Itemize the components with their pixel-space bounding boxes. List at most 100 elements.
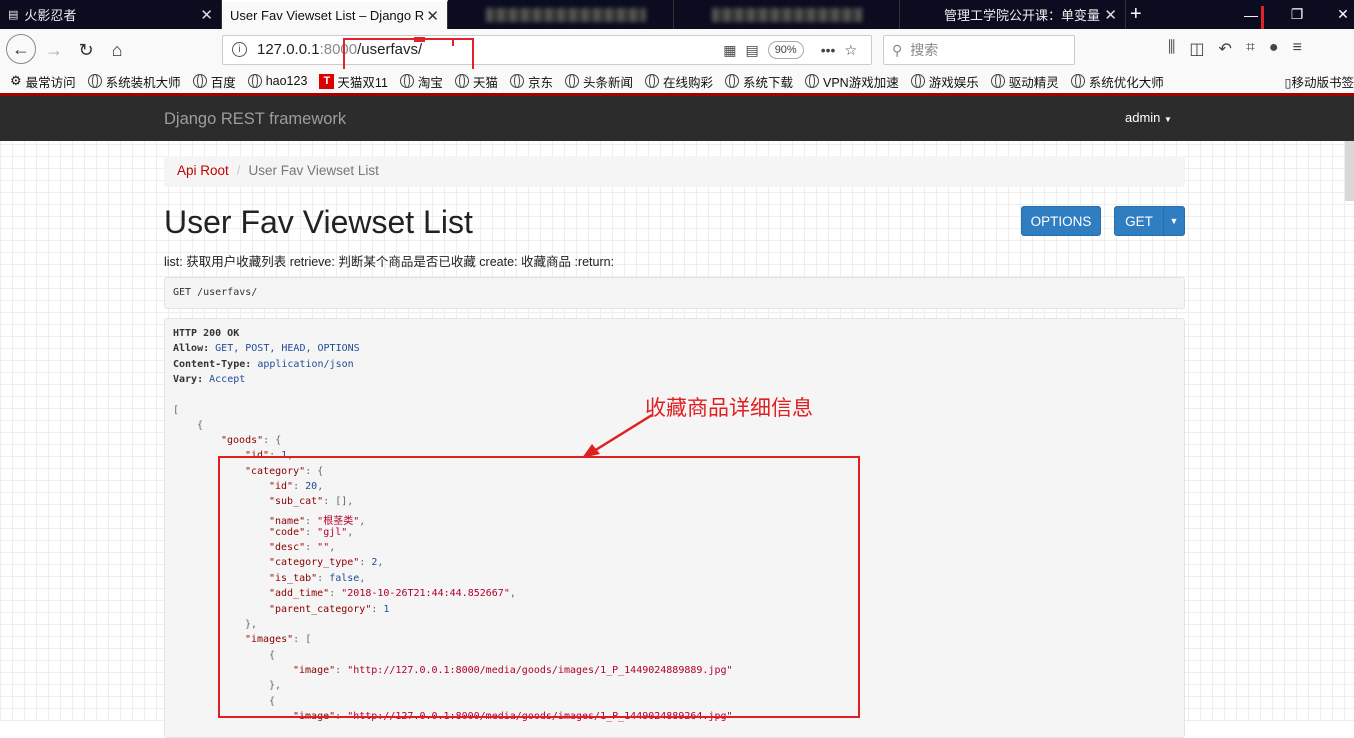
bookmark-item[interactable]: 系统装机大师 — [87, 72, 181, 91]
search-input[interactable]: ⚲ 搜索 — [883, 35, 1075, 65]
header-label: Content-Type: — [173, 359, 252, 370]
url-host: 127.0.0.1 — [257, 41, 320, 58]
globe-icon — [564, 74, 579, 88]
home-icon[interactable]: ⌂ — [103, 36, 131, 64]
crop-icon[interactable]: ⌗ — [1246, 39, 1255, 59]
bookmark-item[interactable]: ⚙ 最常访问 — [10, 72, 76, 91]
bookmark-label: 驱动精灵 — [1008, 75, 1059, 90]
breadcrumb-api-root[interactable]: Api Root — [177, 163, 229, 178]
annotation-arrow-icon — [582, 413, 653, 458]
bookmark-label: 系统下载 — [742, 75, 793, 90]
globe-icon — [192, 74, 207, 88]
drf-brand[interactable]: Django REST framework — [164, 110, 346, 129]
bookmark-item[interactable]: VPN游戏加速 — [805, 72, 899, 91]
bookmark-label: 天猫双11 — [337, 75, 388, 90]
bookmark-item[interactable]: 游戏娱乐 — [910, 72, 979, 91]
tab-strip: ▤ 火影忍者 ✕ User Fav Viewset List – Django … — [0, 0, 1354, 29]
bookmark-label: 系统优化大师 — [1088, 75, 1164, 90]
tab-title: User Fav Viewset List – Django R — [230, 8, 425, 23]
scrollbar[interactable] — [1345, 141, 1354, 201]
more-icon[interactable]: ••• — [821, 42, 836, 58]
bookmark-item[interactable]: 京东 — [509, 72, 553, 91]
close-window-icon[interactable]: ✕ — [1320, 0, 1354, 29]
qr-code-icon[interactable]: ▦ — [723, 42, 736, 59]
globe-icon — [644, 74, 659, 88]
tab-naruto[interactable]: ▤ 火影忍者 ✕ — [0, 0, 222, 29]
close-icon[interactable]: ✕ — [1104, 6, 1117, 24]
gear-icon: ⚙ — [10, 73, 22, 88]
bookmark-item[interactable]: 天猫 — [454, 72, 498, 91]
close-icon[interactable]: ✕ — [200, 6, 213, 24]
json-line: "goods": { — [221, 435, 282, 446]
bookmark-label: hao123 — [265, 74, 308, 88]
tab-title: 火影忍者 — [24, 8, 77, 23]
sidebar-icon[interactable]: ◫ — [1189, 39, 1204, 59]
search-placeholder: 搜索 — [910, 42, 939, 58]
bookmarks-bar: ⚙ 最常访问 系统装机大师 百度 hao123 T 天猫双11 淘宝 天猫 京东 头… — [0, 69, 1354, 93]
tab-user-fav[interactable]: User Fav Viewset List – Django R ✕ — [222, 0, 448, 29]
new-tab-icon[interactable]: + — [1130, 3, 1142, 26]
annotation-url-tick — [414, 37, 425, 42]
tab-blurred[interactable] — [448, 0, 674, 29]
restore-icon[interactable]: ❐ — [1274, 0, 1320, 29]
close-icon[interactable]: ✕ — [426, 7, 439, 25]
reload-icon[interactable]: ↻ — [72, 36, 100, 64]
back-icon[interactable]: ← — [6, 34, 36, 64]
header-label: Allow: — [173, 343, 210, 354]
response-header-allow: Allow: GET, POST, HEAD, OPTIONS — [173, 343, 360, 354]
globe-icon — [247, 74, 262, 88]
minimize-icon[interactable]: — — [1228, 0, 1274, 29]
header-value: GET, POST, HEAD, OPTIONS — [215, 343, 360, 354]
bookmark-item[interactable]: 头条新闻 — [564, 72, 633, 91]
bookmark-label: 京东 — [527, 75, 553, 90]
reader-view-icon[interactable]: ▤ — [745, 42, 758, 59]
blurred-title — [712, 7, 862, 22]
library-icon[interactable]: ⫼ — [1168, 39, 1175, 59]
info-icon[interactable]: i — [232, 42, 247, 57]
page-icon: ▤ — [8, 9, 19, 21]
globe-icon — [724, 74, 739, 88]
bookmark-item[interactable]: 系统下载 — [724, 72, 793, 91]
globe-icon — [1070, 74, 1085, 88]
drf-navbar: Django REST framework admin ▼ — [0, 96, 1354, 141]
options-button[interactable]: OPTIONS — [1021, 206, 1101, 236]
nav-toolbar: ← → ↻ ⌂ i 127.0.0.1:8000/userfavs/ ▦ ▤ 9… — [0, 29, 1354, 69]
bookmark-label: 系统装机大师 — [105, 75, 181, 90]
bookmark-label: VPN游戏加速 — [823, 75, 899, 90]
bookmark-item[interactable]: T 天猫双11 — [319, 72, 388, 91]
response-status: HTTP 200 OK — [173, 328, 240, 339]
undo-icon[interactable]: ↶ — [1219, 39, 1232, 59]
zoom-badge[interactable]: 90% — [767, 41, 804, 59]
get-format-dropdown[interactable]: ▼ — [1163, 206, 1185, 236]
tab-title: 管理工学院公开课：单变量 — [944, 8, 1101, 23]
bookmark-item[interactable]: 百度 — [192, 72, 236, 91]
tab-open-course[interactable]: 管理工学院公开课：单变量 ✕ — [900, 0, 1126, 29]
annotation-url-dot — [452, 40, 454, 46]
view-description: list: 获取用户收藏列表 retrieve: 判断某个商品是否已收藏 cre… — [164, 255, 615, 269]
bookmark-label: 在线购彩 — [662, 75, 713, 90]
bookmark-item[interactable]: 系统优化大师 — [1070, 72, 1164, 91]
request-info: GET /userfavs/ — [164, 277, 1185, 309]
bookmark-label: 天猫 — [472, 75, 498, 90]
menu-icon[interactable]: ≡ — [1293, 39, 1302, 59]
forward-icon[interactable]: → — [40, 36, 68, 64]
bookmark-item[interactable]: 淘宝 — [399, 72, 443, 91]
globe-icon — [509, 74, 524, 88]
get-button[interactable]: GET — [1114, 206, 1164, 236]
header-label: Vary: — [173, 374, 204, 385]
mobile-bookmarks[interactable]: ▯移动版书签 — [1285, 72, 1354, 91]
bookmark-item[interactable]: 在线购彩 — [644, 72, 713, 91]
bookmark-item[interactable]: hao123 — [247, 74, 308, 88]
breadcrumb: Api Root / User Fav Viewset List — [164, 156, 1185, 187]
tab-blurred[interactable] — [674, 0, 900, 29]
bookmark-star-icon[interactable]: ☆ — [844, 42, 857, 59]
chat-icon[interactable]: ● — [1269, 39, 1279, 59]
globe-icon — [399, 74, 414, 88]
tmall-icon: T — [319, 73, 335, 89]
response-header-content-type: Content-Type: application/json — [173, 359, 354, 370]
bookmark-label: 游戏娱乐 — [928, 75, 979, 90]
bookmark-item[interactable]: 驱动精灵 — [990, 72, 1059, 91]
user-menu[interactable]: admin ▼ — [1125, 110, 1172, 125]
bookmark-label: 百度 — [210, 75, 236, 90]
url-bar[interactable]: i 127.0.0.1:8000/userfavs/ ▦ ▤ 90% ••• ☆ — [222, 35, 872, 65]
